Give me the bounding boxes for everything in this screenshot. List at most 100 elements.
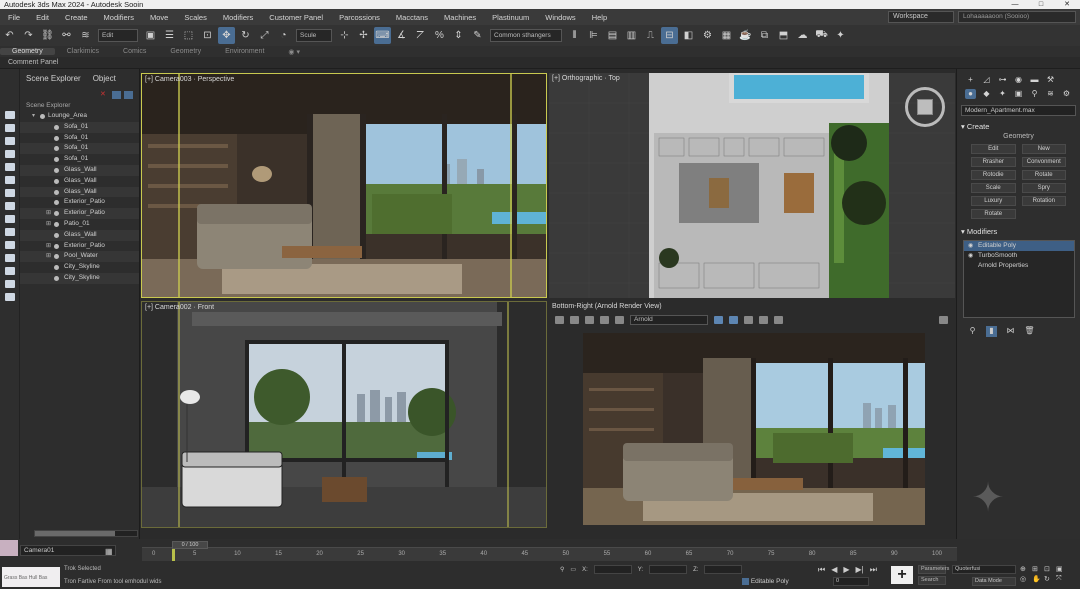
data-mode-button[interactable]: Data Mode [972, 577, 1016, 586]
tree-row[interactable]: City_Skyline [20, 262, 139, 273]
ribbon-tab-comics[interactable]: Comics [111, 48, 158, 55]
material-editor-icon[interactable]: ◧ [680, 27, 697, 44]
expand-icon[interactable]: ⊞ [46, 219, 51, 230]
expand-icon[interactable]: ⊞ [46, 251, 51, 262]
display-bones-icon[interactable] [4, 228, 15, 236]
scrollbar-thumb[interactable] [35, 531, 115, 536]
undo-icon[interactable]: ↶ [1, 27, 18, 44]
create-rollout-title[interactable]: ▾ Create [961, 122, 1076, 131]
minimize-icon[interactable]: — [1002, 0, 1028, 9]
image-icon[interactable] [774, 316, 783, 324]
zoom-all-icon[interactable]: ⊞ [1032, 565, 1044, 573]
absolute-mode-icon[interactable]: ▭ [570, 566, 576, 573]
create-button-scale[interactable]: Scale [971, 183, 1016, 193]
modify-tab-icon[interactable]: ◿ [981, 75, 992, 85]
visibility-icon[interactable] [54, 275, 59, 281]
ribbon-tab-environment[interactable]: Environment [213, 48, 276, 55]
viewcube-icon[interactable] [917, 99, 933, 115]
region-icon[interactable] [729, 316, 738, 324]
field-of-view-icon[interactable]: ◎ [1020, 575, 1032, 583]
visibility-icon[interactable] [54, 178, 59, 184]
display-containers-icon[interactable] [4, 241, 15, 249]
tab-scene-explorer[interactable]: Scene Explorer [20, 74, 87, 83]
camera-selector[interactable]: Camera01 [20, 545, 116, 556]
sort-icon[interactable] [124, 91, 133, 99]
tree-row[interactable]: City_Skyline [20, 272, 139, 284]
walkthrough-icon[interactable]: ⤧ [1056, 575, 1068, 583]
zoom-icon[interactable]: ⊕ [1020, 565, 1032, 573]
bulb-icon[interactable]: ◉ [968, 241, 973, 251]
render-setup-icon[interactable]: ⚙ [699, 27, 716, 44]
viewport-label[interactable]: [+] Camera002 · Front [145, 304, 214, 311]
menu-modifiers[interactable]: Modifiers [96, 13, 142, 22]
percent-snap-icon[interactable]: % [431, 27, 448, 44]
collapse-icon[interactable] [4, 293, 15, 301]
modifiers-rollout-title[interactable]: ▾ Modifiers [961, 227, 1076, 236]
create-button-rotodie[interactable]: Rotodie [971, 170, 1016, 180]
tree-row[interactable]: Glass_Wall [20, 176, 139, 187]
close-red-icon[interactable]: ✕ [100, 91, 109, 99]
menu-move[interactable]: Move [142, 13, 176, 22]
close-icon[interactable]: ✕ [1054, 0, 1080, 9]
y-coordinate-field[interactable] [649, 565, 688, 574]
menu-create[interactable]: Create [57, 13, 96, 22]
selection-filter-dropdown[interactable]: Edit [98, 29, 138, 42]
next-frame-icon[interactable]: ▶| [856, 565, 864, 575]
pivot-icon[interactable]: ⊹ [336, 27, 353, 44]
pin-stack-icon[interactable]: ⚲ [967, 326, 978, 337]
viewport-label[interactable]: [+] Orthographic · Top [552, 75, 620, 82]
menu-windows[interactable]: Windows [537, 13, 583, 22]
create-button-spry[interactable]: Spry [1021, 183, 1066, 193]
menu-file[interactable]: File [0, 13, 28, 22]
pin-icon[interactable]: ✦ [832, 27, 849, 44]
show-end-result-icon[interactable]: ▮ [986, 326, 997, 337]
toggle-layer-explorer-icon[interactable]: ▤ [604, 27, 621, 44]
tree-row[interactable]: Exterior_Patio [20, 197, 139, 208]
tree-row[interactable]: Sofa_01 [20, 143, 139, 155]
shapes-category-icon[interactable]: ◆ [981, 89, 992, 99]
align-icon[interactable]: ⊫ [585, 27, 602, 44]
menu-plastinuum[interactable]: Plastinuum [484, 13, 537, 22]
curve-editor-icon[interactable]: ⎍ [642, 27, 659, 44]
selection-mode-dropdown[interactable]: Quoterfusi [952, 565, 1016, 574]
viewport-top-left[interactable]: [+] Camera003 · Perspective [141, 73, 547, 298]
tree-row[interactable]: ⊞ Patio_01 [20, 219, 139, 230]
create-button-rotate[interactable]: Rotate [1021, 170, 1066, 180]
crop-icon[interactable] [570, 316, 579, 324]
menu-customer-panel[interactable]: Customer Panel [261, 13, 331, 22]
ribbon-tab-geometry[interactable]: Geometry [0, 48, 55, 55]
tree-row[interactable]: Glass_Wall [20, 164, 139, 176]
spinner-snap-icon[interactable]: ⇕ [450, 27, 467, 44]
display-spacewarps-icon[interactable] [4, 189, 15, 197]
rect-selection-icon[interactable]: ⬚ [180, 27, 197, 44]
systems-category-icon[interactable]: ⚙ [1061, 89, 1072, 99]
mirror-icon[interactable]: ⫴ [566, 27, 583, 44]
current-frame-field[interactable]: 0 [833, 577, 869, 586]
tree-row[interactable]: ⊞ Pool_Water [20, 251, 139, 263]
timeline[interactable]: 0 / 100 0 5 10 15 20 25 30 35 40 45 50 55 60 65 70 75 80… [142, 541, 957, 561]
modifier-stack-item[interactable]: ◉ TurboSmooth [964, 251, 1074, 261]
select-object-icon[interactable]: ▣ [142, 27, 159, 44]
window-crossing-icon[interactable]: ⊡ [199, 27, 216, 44]
maximize-viewport-icon[interactable] [939, 316, 948, 324]
visibility-icon[interactable] [40, 114, 45, 119]
viewcube-ring[interactable] [905, 87, 945, 127]
menu-parcossions[interactable]: Parcossions [331, 13, 388, 22]
tree-row[interactable]: Sofa_01 [20, 154, 139, 165]
display-helpers-icon[interactable] [4, 176, 15, 184]
viewport-bottom-right[interactable]: Bottom-Right (Arnold Render View) Arnold [549, 301, 955, 528]
ribbon-options-icon[interactable]: ◉ ▾ [276, 48, 312, 56]
time-slider[interactable]: 0 / 100 [172, 541, 208, 549]
display-shapes-icon[interactable] [4, 137, 15, 145]
move-icon[interactable]: ✥ [218, 27, 235, 44]
parameters-button[interactable]: Parameters [918, 565, 949, 574]
menu-icon[interactable] [615, 316, 624, 324]
display-geometry-icon[interactable] [4, 124, 15, 132]
menu-scales[interactable]: Scales [176, 13, 215, 22]
viewport-label[interactable]: [+] Camera003 · Perspective [145, 76, 234, 83]
brush-icon[interactable] [600, 316, 609, 324]
lock-selection-icon[interactable]: ⚲ [560, 566, 564, 573]
create-button-rotate-2[interactable]: Rotate [971, 209, 1016, 219]
orbit-icon[interactable]: ↻ [1044, 575, 1056, 583]
go-to-end-icon[interactable]: ⏭ [870, 565, 877, 575]
